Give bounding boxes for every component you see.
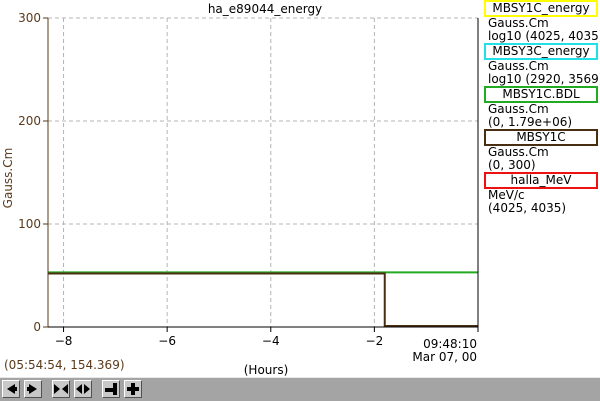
toolbar [0, 377, 600, 401]
legend-item-mbsy1c[interactable]: MBSY1C Gauss.Cm (0, 300) [482, 129, 600, 172]
axes: 0 100 200 300 −8 −6 −4 −2 [18, 11, 479, 348]
series-layer [48, 271, 478, 327]
cursor-coordinate-readout: (05:54:54, 154.369) [4, 358, 125, 372]
legend: MBSY1C_energy Gauss.Cm log10 (4025, 4035… [482, 0, 600, 215]
jump-to-end-icon [105, 383, 117, 395]
add-trace-icon [127, 383, 139, 395]
legend-box[interactable]: MBSY1C_energy [484, 0, 598, 17]
zoom-out-time-button[interactable] [74, 380, 92, 398]
legend-item-mbsy1c-bdl[interactable]: MBSY1C.BDL Gauss.Cm (0, 1.79e+06) [482, 86, 600, 129]
x-tick-label: −2 [366, 334, 384, 348]
y-axis-label: Gauss.Cm [1, 148, 15, 209]
y-tick-label: 200 [18, 114, 41, 128]
add-trace-button[interactable] [124, 380, 142, 398]
zoom-in-time-icon [54, 384, 68, 394]
legend-range: log10 (4025, 4035) [488, 29, 600, 43]
chart-title: ha_e89044_energy [208, 2, 322, 16]
scroll-right-button[interactable] [24, 380, 42, 398]
scroll-left-button[interactable] [2, 380, 20, 398]
legend-item-halla-mev[interactable]: halla_MeV MeV/c (4025, 4035) [482, 172, 600, 215]
x-tick-label: −6 [158, 334, 176, 348]
series-line-mbsy1c [48, 272, 478, 327]
jump-to-end-button[interactable] [102, 380, 120, 398]
x-axis-label: (Hours) [244, 363, 289, 377]
legend-box[interactable]: MBSY1C.BDL [484, 86, 598, 103]
legend-range: (0, 300) [488, 158, 536, 172]
legend-item-mbsy3c-energy[interactable]: MBSY3C_energy Gauss.Cm log10 (2920, 3569… [482, 43, 600, 86]
legend-box[interactable]: MBSY3C_energy [484, 43, 598, 60]
grid [48, 17, 478, 327]
x-end-time-label: 09:48:10 [423, 337, 477, 351]
legend-box[interactable]: MBSY1C [484, 129, 598, 146]
legend-range: (0, 1.79e+06) [488, 115, 573, 129]
scroll-left-icon [7, 384, 17, 394]
y-tick-label: 100 [18, 217, 41, 231]
y-tick-label: 300 [18, 11, 41, 25]
y-tick-label: 0 [33, 320, 41, 334]
legend-range: (4025, 4035) [488, 201, 567, 215]
x-tick-label: −4 [262, 334, 280, 348]
zoom-in-time-button[interactable] [52, 380, 70, 398]
x-tick-label: −8 [55, 334, 73, 348]
chart[interactable]: 0 100 200 300 −8 −6 −4 −2 ha_e89044_energy Gaus… [0, 0, 482, 377]
legend-range: log10 (2920, 3569) [488, 72, 600, 86]
legend-box[interactable]: halla_MeV [484, 172, 598, 189]
zoom-out-time-icon [76, 384, 90, 394]
x-end-date-label: Mar 07, 00 [412, 350, 477, 364]
legend-item-mbsy1c-energy[interactable]: MBSY1C_energy Gauss.Cm log10 (4025, 4035… [482, 0, 600, 43]
scroll-right-icon [27, 384, 37, 394]
